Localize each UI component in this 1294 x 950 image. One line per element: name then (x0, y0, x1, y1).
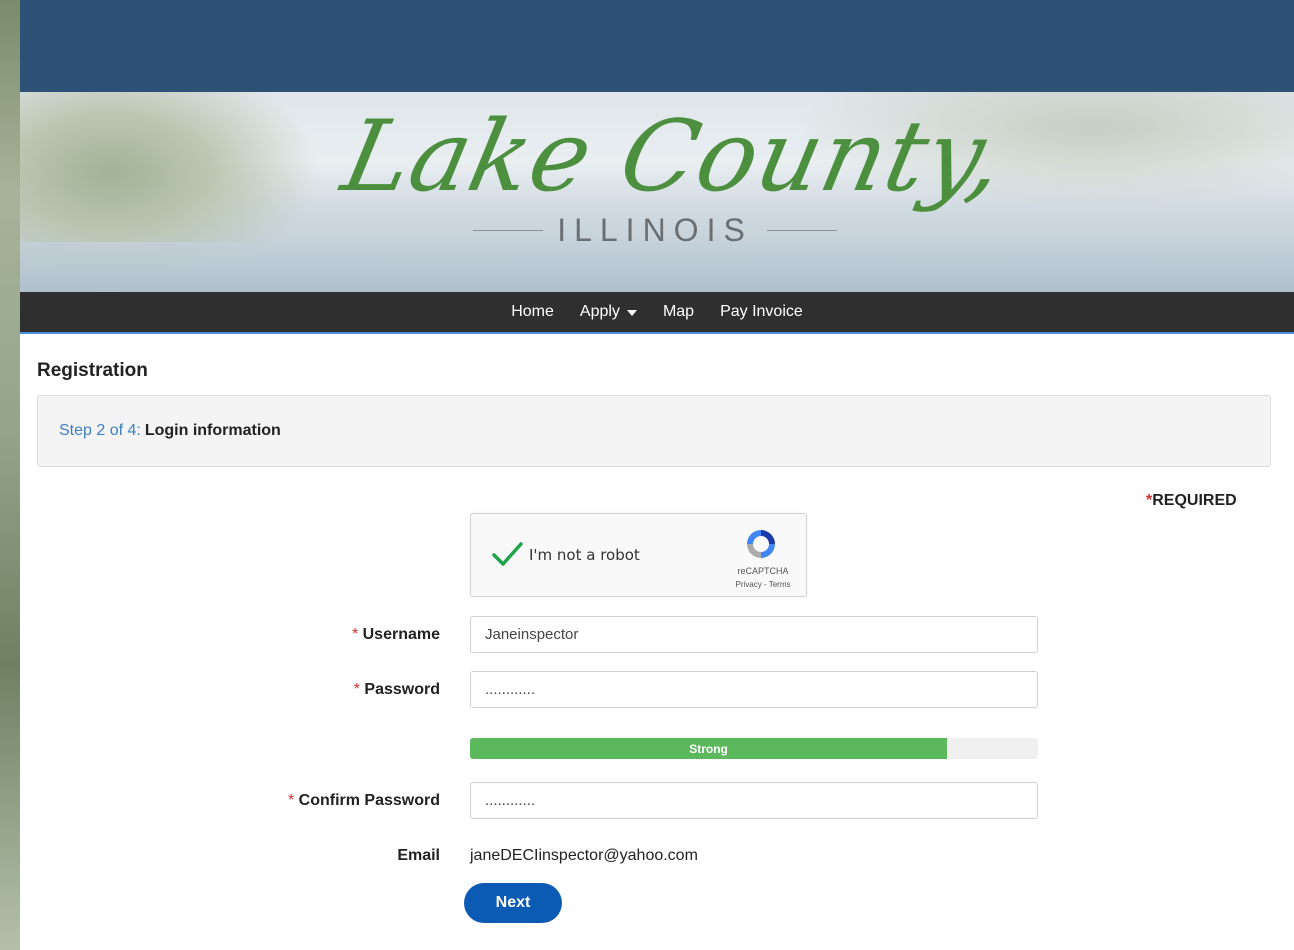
username-label-text: Username (362, 626, 440, 643)
required-star: * (353, 681, 360, 698)
nav-home[interactable]: Home (498, 303, 567, 321)
step-text: Login information (144, 422, 281, 439)
password-label: * Password (20, 681, 440, 699)
username-field[interactable] (470, 616, 1038, 653)
background-scenery (0, 0, 20, 950)
checkmark-icon-svg (492, 542, 523, 566)
top-bar (20, 0, 1294, 92)
recaptcha-label: I'm not a robot (529, 546, 640, 564)
caret-down-icon (626, 310, 637, 316)
nav-map[interactable]: Map (650, 303, 707, 321)
password-label-text: Password (364, 681, 440, 698)
recaptcha-links[interactable]: Privacy - Terms (727, 580, 799, 589)
header-banner: Lake County, ILLINOIS (20, 92, 1294, 292)
recaptcha-logo-icon (743, 526, 779, 562)
confirm-password-label-text: Confirm Password (298, 792, 440, 809)
nav-apply[interactable]: Apply (567, 303, 650, 321)
step-label: Step 2 of 4: (59, 422, 141, 439)
page: Lake County, ILLINOIS Home Apply Map Pay… (20, 0, 1294, 950)
logo-rule-right (766, 229, 837, 231)
step-indicator: Step 2 of 4: Login information (37, 395, 1271, 467)
recaptcha-logo-svg (747, 530, 775, 558)
main-nav: Home Apply Map Pay Invoice (20, 292, 1294, 334)
username-label: * Username (20, 626, 440, 644)
email-label-text: Email (397, 847, 440, 864)
nav-apply-label: Apply (579, 303, 620, 320)
required-label: REQUIRED (1152, 492, 1237, 509)
email-value: janeDECIinspector@yahoo.com (470, 847, 698, 864)
logo-rule-left (473, 229, 544, 231)
checkmark-icon[interactable] (489, 536, 525, 572)
nav-home-label: Home (511, 303, 554, 320)
nav-map-label: Map (662, 303, 695, 320)
nav-pay-invoice[interactable]: Pay Invoice (707, 303, 816, 321)
logo-subtitle-text: ILLINOIS (557, 211, 753, 248)
required-star: * (351, 626, 359, 643)
recaptcha-widget: I'm not a robot reCAPTCHA Privacy - Term… (470, 513, 807, 597)
nav-pay-invoice-label: Pay Invoice (720, 303, 803, 320)
required-note: *REQUIRED (1146, 492, 1237, 510)
required-star: * (287, 792, 295, 809)
confirm-password-field[interactable] (470, 782, 1038, 819)
password-strength-fill: Strong (470, 738, 948, 759)
logo-subtitle: ILLINOIS (445, 210, 865, 250)
email-label: Email (20, 847, 440, 865)
password-strength-meter: Strong (470, 738, 1038, 759)
next-button[interactable]: Next (464, 883, 562, 923)
password-field[interactable] (470, 671, 1038, 708)
page-title: Registration (37, 360, 148, 381)
password-strength-label: Strong (689, 741, 728, 756)
confirm-password-label: * Confirm Password (20, 792, 440, 810)
recaptcha-brand: reCAPTCHA (737, 566, 789, 576)
logo-title: Lake County, (333, 100, 1015, 214)
